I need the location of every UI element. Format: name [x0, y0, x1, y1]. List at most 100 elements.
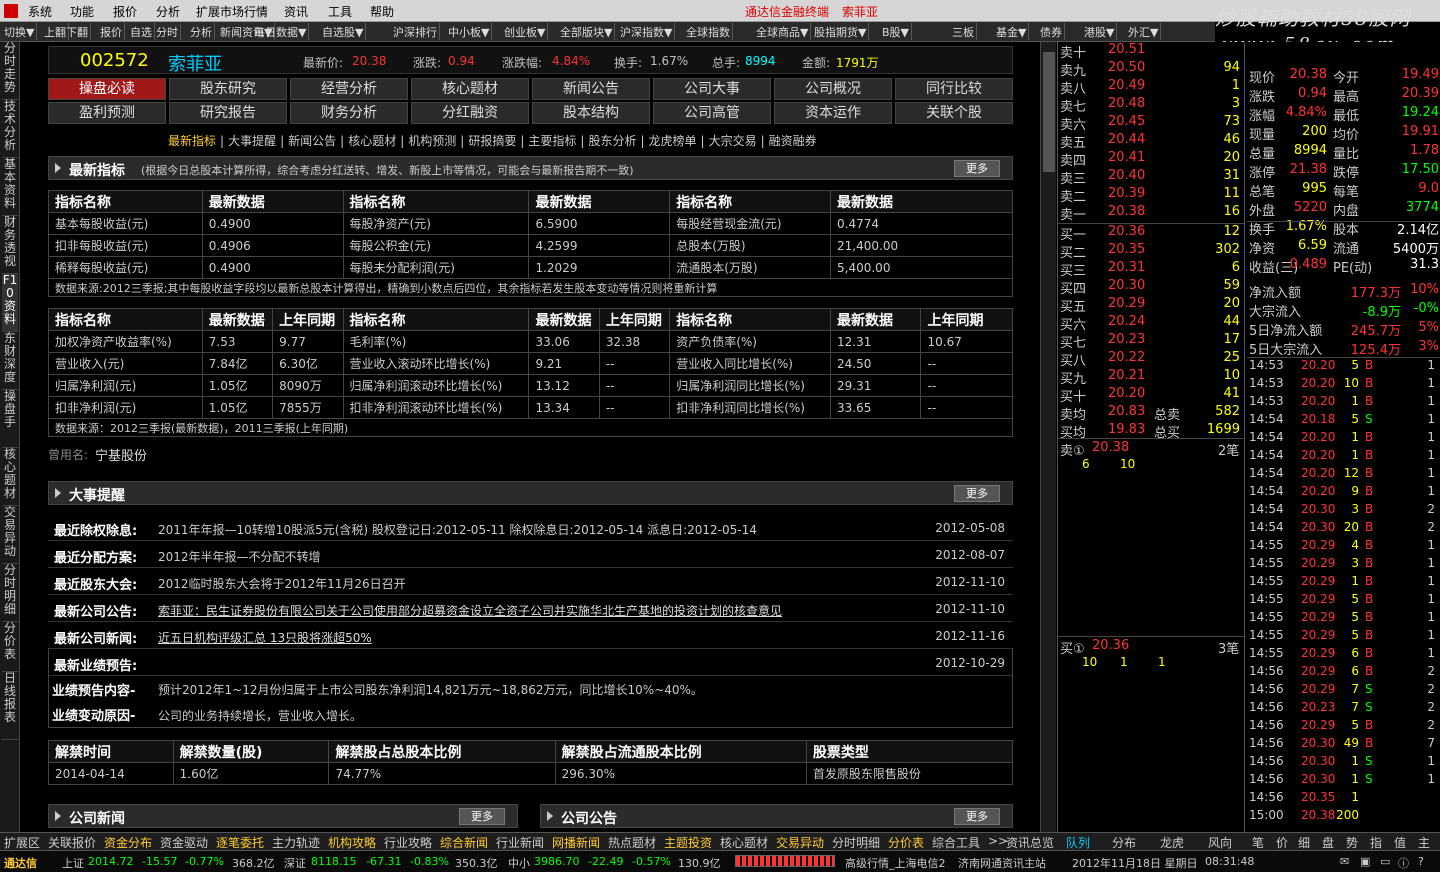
bottom-tab[interactable]: 分时明细	[832, 834, 880, 851]
bottom-tab[interactable]: 笔	[1252, 834, 1264, 851]
scrollbar-thumb[interactable]	[1043, 52, 1055, 172]
main-scrollbar[interactable]	[1040, 42, 1056, 832]
bottom-tab[interactable]: 资金分布	[104, 834, 152, 851]
left-tab[interactable]: 分时走势	[2, 42, 18, 100]
nav-tab[interactable]: 股东研究	[169, 78, 287, 100]
toolbar-item[interactable]: 中小板▼	[446, 23, 493, 40]
nav-tab[interactable]: 股本结构	[532, 102, 650, 124]
bottom-tab[interactable]: 综合工具	[932, 834, 980, 851]
toolbar-item[interactable]: 基金▼	[994, 23, 1030, 40]
toolbar-item[interactable]: 沪深排行	[391, 23, 440, 40]
queue-label[interactable]: 买①	[1060, 638, 1085, 657]
left-tab[interactable]: 技术分析	[2, 100, 18, 158]
bottom-tab[interactable]: 热点题材	[608, 834, 656, 851]
event-value[interactable]: 索菲亚：民生证券股份有限公司关于公司使用部分超募资金设立全资子公司并实施华北生产…	[158, 602, 782, 619]
sub-link[interactable]: 大事提醒	[228, 134, 276, 148]
expand-arrow-icon[interactable]	[547, 811, 553, 821]
bottom-tab[interactable]: 主力轨迹	[272, 834, 320, 851]
menu-info[interactable]: 资讯	[284, 3, 308, 20]
toolbar-item[interactable]: 债券	[1038, 23, 1065, 40]
bottom-tab[interactable]: 机构攻略	[328, 834, 376, 851]
expand-arrow-icon[interactable]	[55, 163, 61, 173]
menu-analysis[interactable]: 分析	[156, 3, 180, 20]
left-tab[interactable]: 基本资料	[2, 158, 18, 216]
server-name[interactable]: 高级行情_上海电信2	[845, 855, 946, 871]
bottom-tab[interactable]: 行业攻略	[384, 834, 432, 851]
bottom-tab[interactable]: 值	[1394, 834, 1406, 851]
sme-index-label[interactable]: 中小	[508, 855, 530, 871]
toolbar-item[interactable]: 每日数据▼	[252, 23, 310, 40]
toolbar-item[interactable]: 港股▼	[1082, 23, 1118, 40]
toolbar-item[interactable]: 自选	[128, 23, 155, 40]
toolbar-item[interactable]: 外汇▼	[1126, 23, 1162, 40]
bottom-tab[interactable]: 指	[1370, 834, 1382, 851]
news-server[interactable]: 济南网通资讯主站	[958, 855, 1046, 871]
bottom-tab[interactable]: 网播新闻	[552, 834, 600, 851]
menu-help[interactable]: 帮助	[370, 3, 394, 20]
nav-tab[interactable]: 同行比较	[895, 78, 1013, 100]
toolbar-item[interactable]: 报价	[98, 23, 125, 40]
sub-link[interactable]: 最新指标	[168, 134, 216, 148]
bottom-tab[interactable]: 资讯总览	[1006, 834, 1054, 851]
sub-link[interactable]: 龙虎榜单	[649, 134, 697, 148]
left-tab[interactable]: 分时明细	[2, 564, 18, 622]
sub-link[interactable]: 机构预测	[408, 134, 456, 148]
bottom-tab[interactable]: 细	[1298, 834, 1310, 851]
window-icon[interactable]: ▭	[1380, 855, 1390, 868]
bottom-tab[interactable]: 行业新闻	[496, 834, 544, 851]
menu-tools[interactable]: 工具	[328, 3, 352, 20]
toolbar-item[interactable]: 自选股▼	[320, 23, 367, 40]
expand-arrow-icon[interactable]	[55, 811, 61, 821]
bottom-tab[interactable]: 综合新闻	[440, 834, 488, 851]
queue-label[interactable]: 卖①	[1060, 440, 1085, 459]
sub-link[interactable]: 新闻公告	[288, 134, 336, 148]
nav-tab[interactable]: 公司概况	[774, 78, 892, 100]
left-tab[interactable]: 核心题材	[2, 448, 18, 506]
toolbar-item[interactable]: 三板	[950, 23, 977, 40]
more-button[interactable]: 更多	[954, 485, 1000, 502]
menu-system[interactable]: 系统	[28, 3, 52, 20]
toolbar-item[interactable]: 全球指数	[684, 23, 733, 40]
nav-tab[interactable]: 操盘必读	[48, 78, 166, 100]
left-tab[interactable]: 日线报表	[2, 672, 18, 740]
nav-tab[interactable]: 核心题材	[411, 78, 529, 100]
menu-function[interactable]: 功能	[70, 3, 94, 20]
nav-tab[interactable]: 分红融资	[411, 102, 529, 124]
sh-index-label[interactable]: 上证	[62, 855, 84, 871]
bottom-tab[interactable]: 队列	[1066, 834, 1090, 851]
left-tab[interactable]: 分价表	[2, 622, 18, 672]
bottom-tab[interactable]: 风向	[1208, 834, 1232, 851]
nav-tab[interactable]: 关联个股	[895, 102, 1013, 124]
settings-icon[interactable]: ▣	[1360, 855, 1370, 868]
expand-arrow-icon[interactable]	[55, 488, 61, 498]
sub-link[interactable]: 核心题材	[348, 134, 396, 148]
left-tab[interactable]: F10资料	[2, 274, 18, 332]
toolbar-item[interactable]: 分时	[154, 23, 181, 40]
toolbar-item[interactable]: 分析	[188, 23, 215, 40]
bottom-tab[interactable]: 交易异动	[776, 834, 824, 851]
help-icon[interactable]: ?	[1418, 855, 1424, 868]
toolbar-item[interactable]: 下翻	[64, 23, 91, 40]
mail-icon[interactable]: ✉	[1340, 855, 1349, 868]
left-tab[interactable]: 东财深度	[2, 332, 18, 390]
bottom-tab[interactable]: 龙虎	[1160, 834, 1184, 851]
info-icon[interactable]: ⓘ	[1398, 855, 1409, 871]
nav-tab[interactable]: 新闻公告	[532, 78, 650, 100]
bottom-tab[interactable]: 关联报价	[48, 834, 96, 851]
more-button[interactable]: 更多	[459, 808, 505, 825]
sub-link[interactable]: 主要指标	[528, 134, 576, 148]
nav-tab[interactable]: 盈利预测	[48, 102, 166, 124]
bottom-tab[interactable]: 资金驱动	[160, 834, 208, 851]
bottom-tab[interactable]: 主	[1418, 834, 1430, 851]
nav-tab[interactable]: 公司大事	[653, 78, 771, 100]
toolbar-item[interactable]: 股指期货▼	[812, 23, 870, 40]
event-value[interactable]: 近五日机构评级汇总 13只股将涨超50%	[158, 629, 372, 646]
left-tab[interactable]: 交易异动	[2, 506, 18, 564]
toolbar-item[interactable]: 全部版块▼	[558, 23, 616, 40]
bottom-tab[interactable]: 核心题材	[720, 834, 768, 851]
sub-link[interactable]: 融资融券	[769, 134, 817, 148]
sub-link[interactable]: 大宗交易	[709, 134, 757, 148]
bottom-tab[interactable]: 主题投资	[664, 834, 712, 851]
sub-link[interactable]: 股东分析	[588, 134, 636, 148]
sub-link[interactable]: 研报摘要	[468, 134, 516, 148]
